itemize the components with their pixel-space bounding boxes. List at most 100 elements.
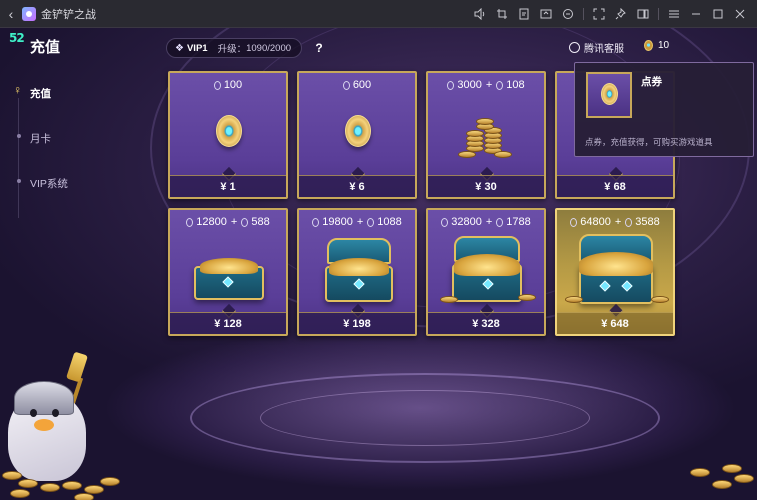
- product-card-12800[interactable]: 12800 + 588 ¥ 128: [168, 208, 288, 336]
- product-amount: 3000 + 108: [428, 79, 544, 91]
- screenshot-icon[interactable]: [535, 0, 557, 28]
- nav-dot-icon: [17, 179, 21, 183]
- plus-sign: +: [614, 216, 622, 228]
- product-art: [428, 232, 544, 310]
- vip-level: VIP1: [186, 42, 208, 54]
- price-label: ¥ 30: [428, 175, 544, 197]
- product-amount: 100: [170, 79, 286, 91]
- coupon-icon: [496, 80, 504, 90]
- crop-icon[interactable]: [491, 0, 513, 28]
- plus-sign: +: [230, 216, 238, 228]
- price-label: ¥ 648: [557, 312, 673, 334]
- amount-value: 12800: [196, 216, 227, 228]
- nav-item-label: VIP系统: [30, 178, 68, 190]
- product-art: [299, 95, 415, 173]
- amount-value: 64800: [580, 216, 611, 228]
- floor-ring: [260, 390, 590, 446]
- minimize-icon[interactable]: [685, 0, 707, 28]
- edit-icon[interactable]: [513, 0, 535, 28]
- coupon-icon: [367, 217, 375, 227]
- product-card-3000[interactable]: 3000 + 108 ¥ 30: [426, 71, 546, 199]
- coupon-icon: [441, 217, 449, 227]
- coin-icon: [345, 115, 371, 147]
- nav-divider: [18, 98, 19, 218]
- tooltip-title: 点券: [641, 76, 662, 88]
- price-label: ¥ 128: [170, 312, 286, 334]
- headset-icon: [569, 42, 580, 53]
- price-label: ¥ 1: [170, 175, 286, 197]
- product-art: [299, 232, 415, 310]
- product-amount: 32800 + 1788: [428, 216, 544, 228]
- tooltip-description: 点券，充值获得，可购买游戏道具: [585, 137, 713, 147]
- product-art: [557, 232, 673, 310]
- coupon-tooltip: 点券 点券，充值获得，可购买游戏道具: [574, 62, 754, 157]
- help-button[interactable]: ?: [311, 40, 327, 56]
- nav-dot-icon: [17, 134, 21, 138]
- price-label: ¥ 328: [428, 312, 544, 334]
- bonus-value: 588: [251, 216, 270, 228]
- vip-upgrade-label: 升级：: [217, 44, 247, 55]
- bonus-value: 108: [506, 79, 525, 91]
- product-card-19800[interactable]: 19800 + 1088 ¥ 198: [297, 208, 417, 336]
- product-card-64800[interactable]: 64800 + 3588 ¥ 648: [555, 208, 675, 336]
- pin-icon[interactable]: [610, 0, 632, 28]
- maximize-icon[interactable]: [707, 0, 729, 28]
- window-toolbar: [469, 0, 751, 28]
- coupon-icon: [601, 83, 618, 105]
- record-icon[interactable]: [557, 0, 579, 28]
- vip-progress-current: 1090: [246, 42, 268, 54]
- product-card-32800[interactable]: 32800 + 1788 ¥ 328: [426, 208, 546, 336]
- coupon-icon: [186, 217, 194, 227]
- product-card-600[interactable]: 600 ¥ 6: [297, 71, 417, 199]
- layout-icon[interactable]: [632, 0, 654, 28]
- nav-item-label: 月卡: [30, 133, 51, 145]
- vip-diamond-icon: ❖: [175, 42, 184, 54]
- product-amount: 12800 + 588: [170, 216, 286, 228]
- coupon-icon: [625, 217, 633, 227]
- window-titlebar: ‹ 金铲铲之战: [0, 0, 757, 28]
- site-logo: 52: [9, 31, 25, 45]
- product-amount: 600: [299, 79, 415, 91]
- window-title: 金铲铲之战: [41, 8, 96, 21]
- price-label: ¥ 198: [299, 312, 415, 334]
- coupon-icon: [496, 217, 504, 227]
- vip-status[interactable]: ❖ VIP1 升级： 1090 /2000: [166, 38, 302, 58]
- coin-icon: [216, 115, 242, 147]
- customer-service-button[interactable]: 腾讯客服: [569, 40, 624, 55]
- vip-progress-total: /2000: [267, 42, 292, 54]
- plus-sign: +: [485, 79, 493, 91]
- volume-icon[interactable]: [469, 0, 491, 28]
- plus-sign: +: [356, 216, 364, 228]
- back-icon[interactable]: ‹: [0, 6, 22, 22]
- product-amount: 19800 + 1088: [299, 216, 415, 228]
- amount-value: 32800: [451, 216, 482, 228]
- amount-value: 3000: [457, 79, 482, 91]
- coupon-icon: [570, 217, 578, 227]
- nav-item-recharge[interactable]: ♀ 充值: [13, 83, 51, 101]
- coupon-balance[interactable]: 10: [644, 40, 669, 51]
- product-card-100[interactable]: 100 ¥ 1: [168, 71, 288, 199]
- amount-value: 19800: [322, 216, 353, 228]
- coupon-icon: [312, 217, 320, 227]
- bonus-value: 1088: [377, 216, 402, 228]
- menu-icon[interactable]: [663, 0, 685, 28]
- toolbar-divider: [658, 8, 659, 20]
- nav-item-monthly-card[interactable]: 月卡: [17, 131, 51, 146]
- price-label: ¥ 6: [299, 175, 415, 197]
- tooltip-item-frame: [586, 72, 632, 118]
- nav-item-vip-system[interactable]: VIP系统: [17, 176, 68, 191]
- recharge-scene: 52 充值 ❖ VIP1 升级： 1090 /2000 ? 腾讯客服 10 ♀ …: [0, 28, 757, 500]
- price-label: ¥ 68: [557, 175, 673, 197]
- close-icon[interactable]: [729, 0, 751, 28]
- product-art: [170, 95, 286, 173]
- coupon-icon: [241, 217, 249, 227]
- coupon-icon: [342, 80, 350, 90]
- product-amount: 64800 + 3588: [557, 216, 673, 228]
- product-art: [170, 232, 286, 310]
- amount-value: 600: [352, 79, 372, 91]
- page-title: 充值: [30, 39, 61, 56]
- coupon-balance-value: 10: [658, 40, 670, 51]
- fullscreen-icon[interactable]: [588, 0, 610, 28]
- plus-sign: +: [485, 216, 493, 228]
- customer-service-label: 腾讯客服: [584, 44, 624, 55]
